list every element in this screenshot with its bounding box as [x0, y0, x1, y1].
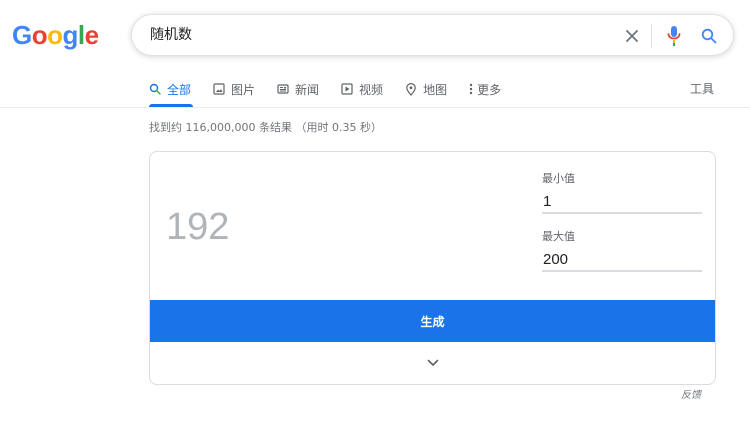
- tab-maps[interactable]: 地图: [405, 81, 447, 98]
- generate-button[interactable]: 生成: [150, 300, 715, 342]
- google-logo[interactable]: Google: [12, 20, 99, 50]
- min-label: 最小值: [542, 172, 575, 185]
- newspaper-icon: [277, 83, 289, 95]
- tools-button[interactable]: 工具: [690, 80, 714, 98]
- random-number-card: 192 最小值 最大值 生成: [149, 151, 716, 385]
- tab-label: 地图: [423, 82, 448, 97]
- tab-videos[interactable]: 视频: [341, 81, 383, 98]
- feedback-link[interactable]: 反馈: [681, 389, 701, 403]
- search-icon: [149, 83, 161, 95]
- logo-letter: l: [77, 20, 85, 50]
- chevron-down-icon: [427, 359, 438, 366]
- close-icon: [626, 30, 638, 42]
- tab-more[interactable]: 更多: [469, 81, 501, 98]
- voice-search-button[interactable]: [664, 24, 684, 48]
- tab-label: 图片: [231, 82, 256, 97]
- search-box: [131, 14, 734, 56]
- result-stats: 找到约 116,000,000 条结果 （用时 0.35 秒）: [149, 121, 382, 134]
- logo-letter: o: [47, 20, 63, 50]
- search-button[interactable]: [698, 25, 720, 47]
- logo-letter: o: [31, 20, 48, 50]
- search-input[interactable]: [150, 15, 590, 55]
- max-label: 最大值: [542, 230, 575, 243]
- search-tabs: 全部 图片 新闻 视频 地图 更多: [149, 80, 523, 98]
- tab-news[interactable]: 新闻: [277, 81, 319, 98]
- tab-label: 新闻: [295, 82, 320, 97]
- clear-search-button[interactable]: [621, 25, 643, 47]
- search-icon: [701, 28, 717, 44]
- header-divider: [0, 107, 750, 108]
- min-value-input[interactable]: [542, 190, 702, 214]
- tab-label: 视频: [359, 82, 384, 97]
- microphone-icon: [667, 26, 681, 46]
- more-vertical-icon: [469, 83, 473, 95]
- play-icon: [341, 83, 353, 95]
- max-value-input[interactable]: [542, 248, 702, 272]
- tab-label: 全部: [167, 82, 192, 97]
- image-icon: [213, 83, 225, 95]
- tab-label: 更多: [477, 82, 502, 97]
- logo-letter: e: [84, 20, 99, 50]
- expand-button[interactable]: [150, 342, 715, 384]
- random-number-result: 192: [166, 206, 230, 248]
- logo-letter: g: [62, 20, 79, 50]
- map-pin-icon: [405, 82, 417, 96]
- logo-letter: G: [12, 20, 32, 50]
- tab-all[interactable]: 全部: [149, 81, 191, 98]
- search-divider: [651, 24, 652, 48]
- tab-images[interactable]: 图片: [213, 81, 255, 98]
